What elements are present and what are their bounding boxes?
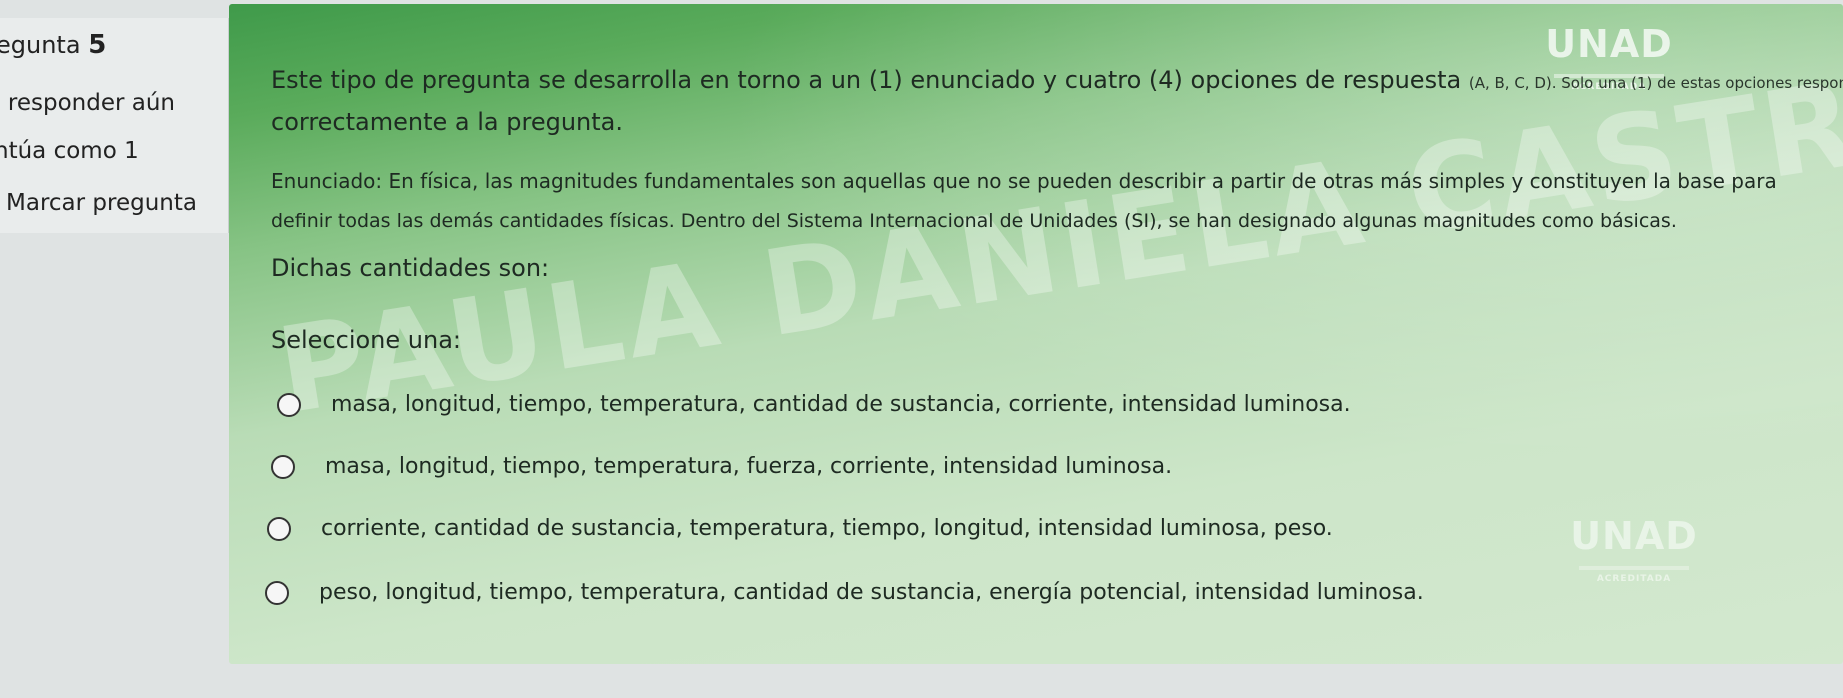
unad-logo-secondary: UNAD ACREDITADA [1559, 514, 1709, 584]
answer-label-d: peso, longitud, tiempo, temperatura, can… [319, 580, 1424, 605]
question-info: egunta 5 n responder aún ntúa como 1 Mar… [0, 18, 229, 233]
question-number-label: egunta 5 [0, 30, 106, 60]
unad-logo-mark: UNAD [1545, 22, 1673, 66]
logo-divider-secondary [1579, 566, 1689, 570]
unad-logo-mark-secondary: UNAD [1570, 514, 1698, 558]
logo-caption-secondary: ACREDITADA [1596, 574, 1672, 584]
radio-button-a[interactable] [277, 392, 301, 417]
answer-option-d[interactable]: peso, longitud, tiempo, temperatura, can… [265, 580, 1424, 605]
question-intro-line2: correctamente a la pregunta. [271, 108, 623, 136]
question-label-text: egunta [0, 31, 81, 59]
radio-button-d[interactable] [265, 580, 289, 605]
question-grade: ntúa como 1 [0, 138, 139, 164]
answer-option-a[interactable]: masa, longitud, tiempo, temperatura, can… [277, 392, 1351, 417]
question-number: 5 [88, 30, 107, 60]
radio-button-c[interactable] [267, 516, 291, 541]
answer-label-c: corriente, cantidad de sustancia, temper… [321, 516, 1333, 541]
statement-line2: definir todas las demás cantidades físic… [271, 208, 1677, 233]
flag-question-link[interactable]: Marcar pregunta [6, 190, 197, 216]
answer-option-b[interactable]: masa, longitud, tiempo, temperatura, fue… [271, 454, 1172, 479]
question-state: n responder aún [0, 90, 175, 116]
answer-label-b: masa, longitud, tiempo, temperatura, fue… [325, 454, 1173, 479]
intro-text-main: Este tipo de pregunta se desarrolla en t… [271, 66, 1462, 94]
statement-line3: Dichas cantidades son: [271, 254, 550, 282]
statement-line2-text: definir todas las demás cantidades físic… [271, 210, 1677, 232]
question-content: PAULA DANIELA CASTRO CASTRO UNAD ACREDIT… [229, 4, 1843, 664]
question-intro-line1: Este tipo de pregunta se desarrolla en t… [271, 66, 1843, 94]
radio-button-b[interactable] [271, 454, 295, 479]
statement-line1-text: Enunciado: En física, las magnitudes fun… [271, 169, 1777, 193]
statement-line1: Enunciado: En física, las magnitudes fun… [271, 166, 1777, 194]
answer-label-a: masa, longitud, tiempo, temperatura, can… [331, 392, 1351, 417]
answer-option-c[interactable]: corriente, cantidad de sustancia, temper… [267, 516, 1333, 541]
intro-text-tail: (A, B, C, D). Solo una (1) de estas opci… [1468, 74, 1843, 92]
select-one-prompt: Seleccione una: [271, 326, 461, 354]
